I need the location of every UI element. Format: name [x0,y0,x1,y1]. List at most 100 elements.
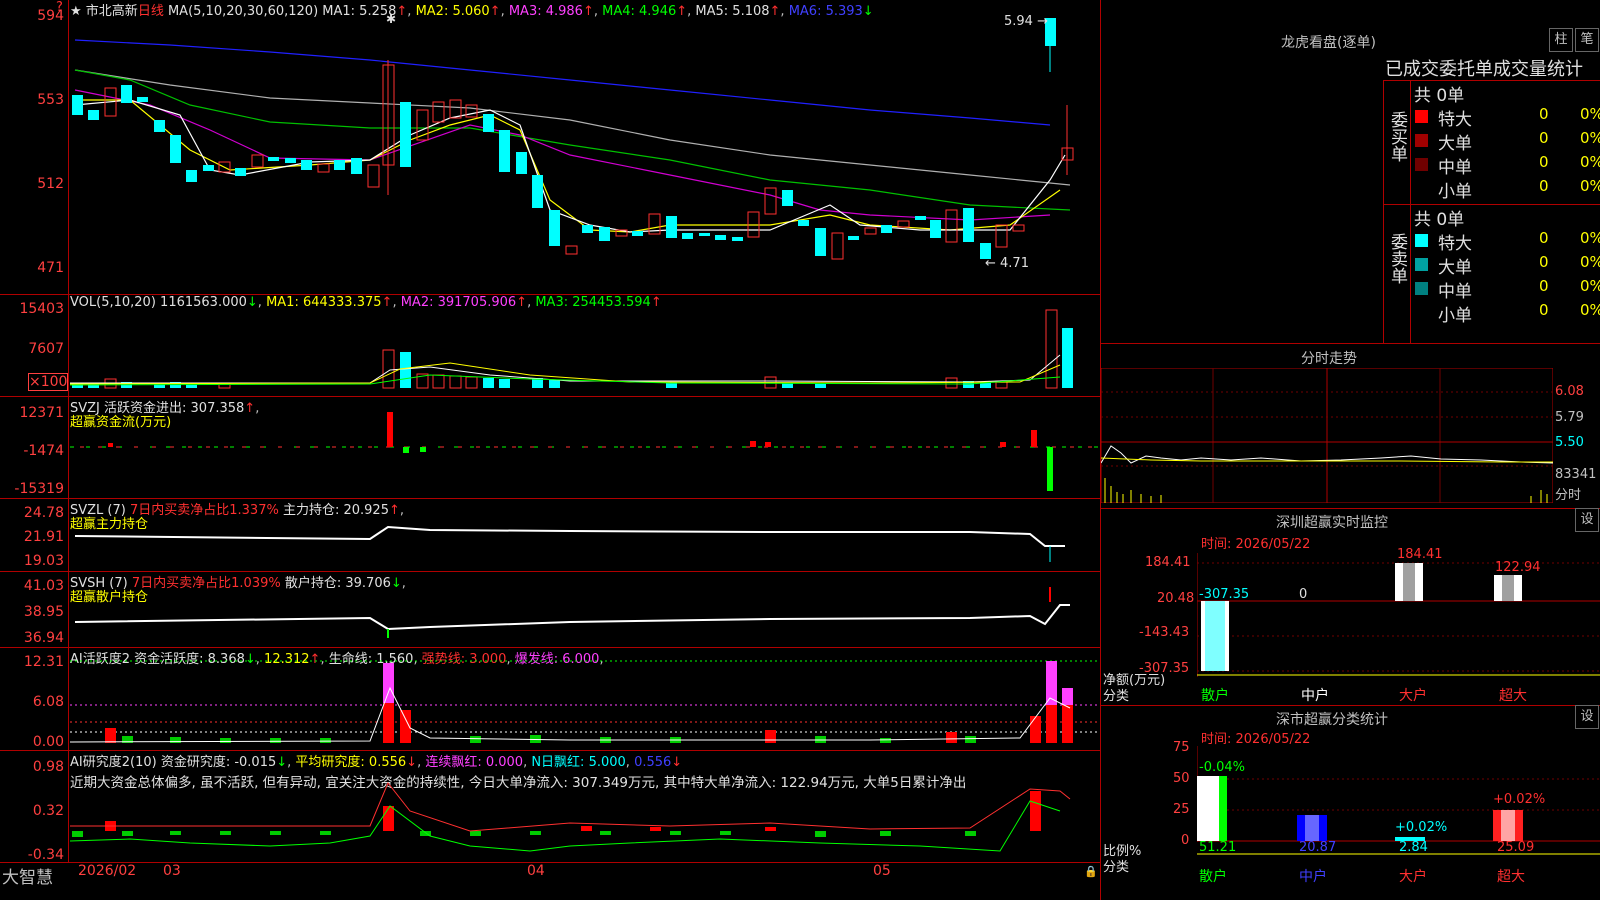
svzl-tick: 19.03 [23,553,64,569]
svzj-tick: 12371 [19,405,64,421]
ai2-tick: 0.32 [32,803,64,819]
class-tick: 75 [1173,740,1190,755]
low-marker: ← 4.71 [985,256,1029,271]
ai2-tick: -0.34 [27,847,64,863]
svsh-line [74,587,1070,638]
ai-research-panel[interactable]: 0.98 0.32 -0.34 AI研究度2(10) 资金研究度: -0.015… [0,751,1100,863]
class-cat-label: 分类 [1103,860,1130,875]
svzj-tick: -15319 [14,481,64,497]
row-count: 0 [1539,153,1549,171]
lhb-panel: 龙虎看盘(逐单) 柱 笔 已成交委托单成交量统计 委买单 委卖单 共 0单 共 … [1100,0,1600,343]
class-cat: 超大 [1497,869,1525,885]
svsh-panel[interactable]: 41.03 38.95 36.94 SVSH (7) 7日内买卖净占比1.039… [0,572,1100,648]
class-tick: 25 [1173,802,1190,817]
class-cat: 中户 [1299,869,1327,885]
row-count: 0 [1539,277,1549,295]
row-name: 特大 [1438,110,1472,130]
row-name: 大单 [1438,258,1472,278]
class-cat: 大户 [1399,869,1427,885]
svsh-tick: 41.03 [23,578,64,594]
svzl-line [74,525,1065,562]
row-name: 大单 [1438,134,1472,154]
svzl-panel[interactable]: 24.78 21.91 19.03 SVZL (7) 7日内买卖净占比1.337… [0,499,1100,572]
row-pct: 0% [1580,229,1600,247]
x-label: 04 [527,863,545,879]
intraday-title: 分时走势 [1301,351,1357,367]
svzj-panel[interactable]: 12371 -1474 -15319 SVZJ 活跃资金进出: 307.358↑… [0,397,1100,499]
sz-cat-label: 分类 [1103,689,1130,704]
buy-swatch [1415,110,1428,123]
sz-cat: 大户 [1399,688,1427,704]
intraday-tick: 5.79 [1555,410,1584,425]
row-count: 0 [1539,301,1549,319]
row-name: 小单 [1438,306,1472,326]
sz-class-panel: 深市超赢分类统计 设 时间: 2026/05/22 75 50 25 0 -0.… [1100,705,1600,900]
settings-button[interactable]: 设 [1575,705,1599,729]
lhb-table: 委买单 委卖单 共 0单 共 0单 特大 0 0% 大单 0 0% 中单 0 0… [1383,80,1600,343]
bar-mode-button[interactable]: 柱 [1549,28,1573,52]
ai2-bars [70,782,1071,852]
cursor-marker: ✱ [386,12,397,26]
candlestick-chart[interactable] [70,0,1100,295]
sz-cat: 散户 [1201,688,1229,704]
buy-group-label: 委买单 [1387,111,1407,162]
volume-panel[interactable]: 15403 7607 ×100 VOL(5,10,20) 1161563.000… [0,295,1100,397]
sz-value-mid: 0 [1299,587,1308,602]
sz-monitor-time: 时间: 2026/05/22 [1201,537,1311,552]
lhb-subtitle: 已成交委托单成交量统计 [1385,59,1583,80]
intraday-chart[interactable] [1101,368,1553,503]
candles [72,18,1074,260]
ai1-tick: 12.31 [23,654,64,670]
svzj-tick: -1474 [23,443,64,459]
row-count: 0 [1539,129,1549,147]
row-count: 0 [1539,253,1549,271]
price-tick: 471 [37,260,64,276]
ai1-bars [70,660,1100,743]
x-axis: 大智慧 2026/02 03 04 05 🔒 [0,863,1100,900]
lock-icon[interactable]: 🔒 [1084,865,1098,878]
ai2-tick: 0.98 [32,759,64,775]
x-label: 05 [873,863,891,879]
sz-class-time: 时间: 2026/05/22 [1201,732,1311,747]
sz-value-super: 122.94 [1495,560,1541,575]
row-pct: 0% [1580,129,1600,147]
row-pct: 0% [1580,277,1600,295]
row-count: 0 [1539,177,1549,195]
intraday-panel[interactable]: 分时走势 6.08 5.79 5.50 83341 分时 [1100,343,1600,508]
row-name: 中单 [1438,282,1472,302]
row-pct: 0% [1580,301,1600,319]
class-bottom: 25.09 [1497,840,1535,855]
volume-bars[interactable] [70,295,1100,397]
row-pct: 0% [1580,153,1600,171]
x-label: 2026/02 [78,863,137,879]
row-name: 中单 [1438,158,1472,178]
sz-tick: 20.48 [1157,591,1195,606]
sz-value-retail: -307.35 [1199,587,1250,602]
svzl-tick: 21.91 [23,529,64,545]
sz-value-large: 184.41 [1397,547,1443,562]
ai1-tick: 0.00 [32,734,64,750]
tick-mode-button[interactable]: 笔 [1575,28,1599,52]
svzj-bars [70,412,1100,491]
class-tick: 0 [1181,833,1190,848]
settings-button[interactable]: 设 [1575,508,1599,532]
svzl-tick: 24.78 [23,505,64,521]
row-pct: 0% [1580,177,1600,195]
price-panel[interactable]: ? 594 553 512 471 ★ 市北高新日线 MA(5,10,20,30… [0,0,1100,295]
svsh-tick: 36.94 [23,630,64,646]
price-tick: 553 [37,92,64,108]
sell-total: 共 0单 [1414,210,1465,230]
svsh-tick: 38.95 [23,604,64,620]
intraday-tick: 6.08 [1555,384,1584,399]
class-cat: 散户 [1199,869,1227,885]
row-count: 0 [1539,105,1549,123]
class-top-large: +0.02% [1395,820,1448,835]
class-bottom: 51.21 [1199,840,1237,855]
price-tick: 512 [37,176,64,192]
lhb-title: 龙虎看盘(逐单) [1281,35,1376,51]
sz-cat: 超大 [1499,688,1527,704]
buy-total: 共 0单 [1414,86,1465,106]
ai-activity-panel[interactable]: 12.31 6.08 0.00 AI活跃度2 资金活跃度: 8.368↓, 12… [0,648,1100,751]
class-top-retail: -0.04% [1199,760,1245,775]
intraday-tick: 5.50 [1555,435,1584,450]
